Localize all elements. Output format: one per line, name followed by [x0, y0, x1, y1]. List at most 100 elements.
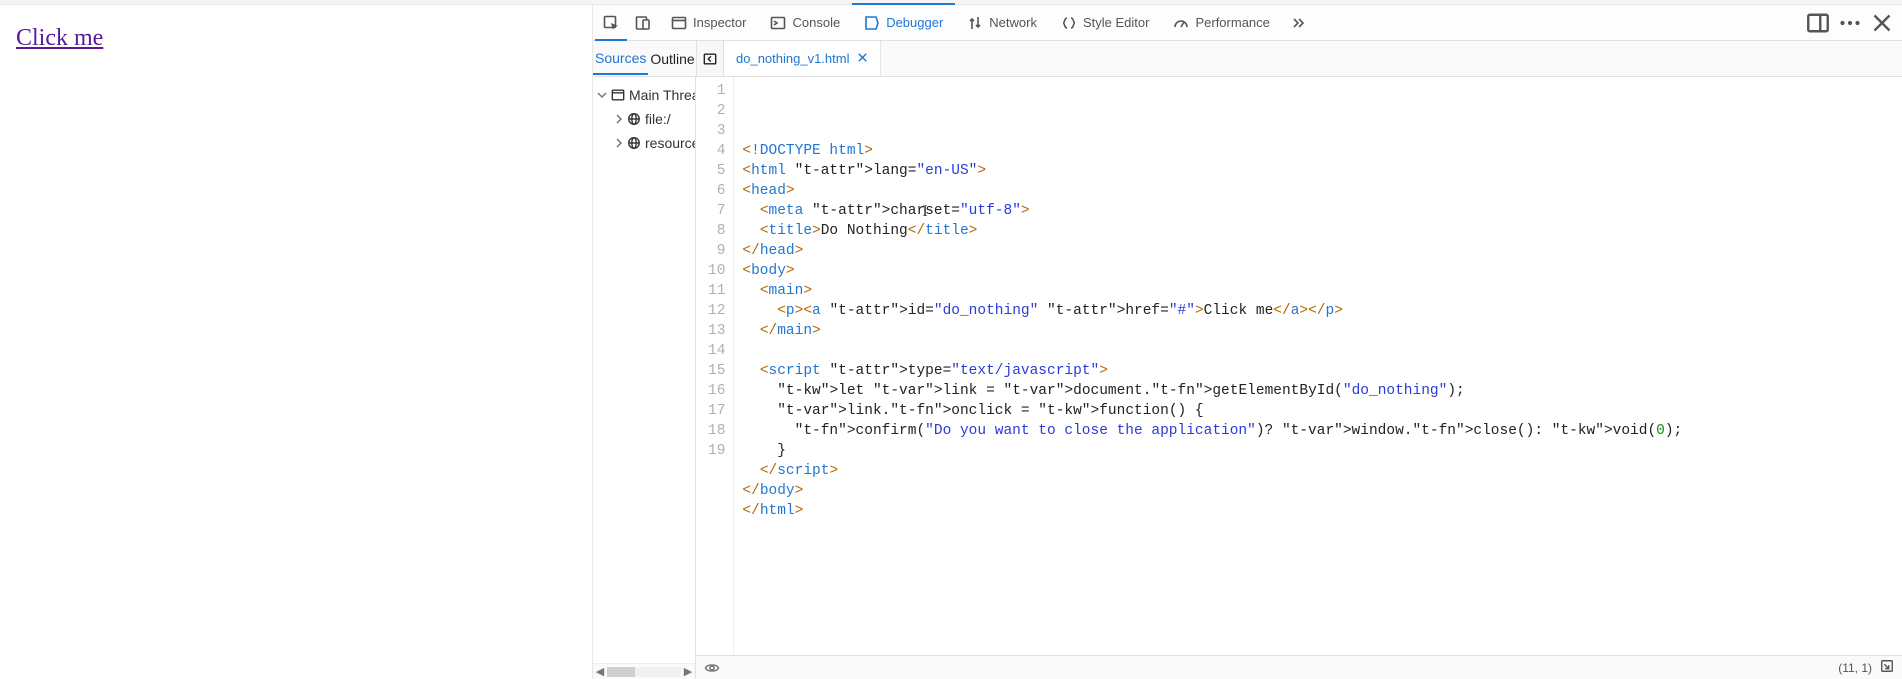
- collapse-sources-pane-button[interactable]: [696, 41, 724, 76]
- line-number[interactable]: 3: [708, 121, 725, 141]
- tab-network[interactable]: Network: [955, 5, 1049, 40]
- line-number[interactable]: 6: [708, 181, 725, 201]
- code-line[interactable]: "t-fn">confirm("Do you want to close the…: [742, 421, 1682, 441]
- file-tabs: do_nothing_v1.html: [724, 41, 1902, 76]
- devtools-panel: Inspector Console Debugger Network Style…: [592, 5, 1902, 679]
- file-tab-label: do_nothing_v1.html: [736, 51, 849, 66]
- code-line[interactable]: </main>: [742, 321, 1682, 341]
- code-editor: 12345678910111213141516171819 I <!DOCTYP…: [696, 77, 1902, 679]
- line-number-gutter[interactable]: 12345678910111213141516171819: [696, 77, 734, 655]
- close-icon: [857, 52, 868, 63]
- console-icon: [770, 15, 786, 31]
- code-content[interactable]: I <!DOCTYPE html><html "t-attr">lang="en…: [734, 77, 1682, 655]
- tab-label: Inspector: [693, 15, 746, 30]
- line-number[interactable]: 17: [708, 401, 725, 421]
- tab-label: Style Editor: [1083, 15, 1149, 30]
- tab-inspector[interactable]: Inspector: [659, 5, 758, 40]
- kebab-menu-button[interactable]: [1838, 11, 1862, 35]
- kebab-icon: [1838, 11, 1862, 35]
- code-line[interactable]: <meta "t-attr">charset="utf-8">: [742, 201, 1682, 221]
- tree-resource-origin[interactable]: resource://: [593, 131, 695, 155]
- close-icon: [1870, 11, 1894, 35]
- close-devtools-button[interactable]: [1870, 11, 1894, 35]
- line-number[interactable]: 4: [708, 141, 725, 161]
- chevron-right-icon: [615, 114, 623, 124]
- devtools-toolbar: Inspector Console Debugger Network Style…: [593, 5, 1902, 41]
- main-area: Click me Inspector Console Debugger: [0, 5, 1902, 679]
- watch-expressions-icon[interactable]: [704, 660, 720, 676]
- tree-label: file:/: [645, 111, 671, 127]
- line-number[interactable]: 2: [708, 101, 725, 121]
- line-number[interactable]: 8: [708, 221, 725, 241]
- globe-icon: [627, 112, 641, 126]
- code-line[interactable]: <title>Do Nothing</title>: [742, 221, 1682, 241]
- eye-icon: [704, 660, 720, 676]
- code-line[interactable]: <head>: [742, 181, 1682, 201]
- scroll-right-icon[interactable]: ▶: [681, 665, 695, 678]
- line-number[interactable]: 10: [708, 261, 725, 281]
- debugger-subheader: Sources Outline do_nothing_v1.html: [593, 41, 1902, 77]
- code-line[interactable]: "t-kw">let "t-var">link = "t-var">docume…: [742, 381, 1682, 401]
- rendered-page: Click me: [0, 5, 592, 679]
- code-scroll-area[interactable]: 12345678910111213141516171819 I <!DOCTYP…: [696, 77, 1902, 655]
- line-number[interactable]: 12: [708, 301, 725, 321]
- line-number[interactable]: 7: [708, 201, 725, 221]
- code-line[interactable]: <script "t-attr">type="text/javascript">: [742, 361, 1682, 381]
- tree-horizontal-scrollbar[interactable]: ◀ ▶: [593, 663, 695, 679]
- tab-label: Debugger: [886, 15, 943, 30]
- tree-main-thread[interactable]: Main Thread: [593, 83, 695, 107]
- chevron-down-icon: [597, 90, 607, 100]
- code-line[interactable]: </script>: [742, 461, 1682, 481]
- line-number[interactable]: 19: [708, 441, 725, 461]
- code-line[interactable]: }: [742, 441, 1682, 461]
- line-number[interactable]: 1: [708, 81, 725, 101]
- code-line[interactable]: "t-var">link."t-fn">onclick = "t-kw">fun…: [742, 401, 1682, 421]
- click-me-link[interactable]: Click me: [16, 25, 103, 51]
- tabs-overflow-button[interactable]: [1282, 5, 1314, 40]
- responsive-icon: [635, 15, 651, 31]
- code-line[interactable]: <p><a "t-attr">id="do_nothing" "t-attr">…: [742, 301, 1682, 321]
- code-line[interactable]: <body>: [742, 261, 1682, 281]
- tab-label: Network: [989, 15, 1037, 30]
- code-line[interactable]: </head>: [742, 241, 1682, 261]
- outline-tab[interactable]: Outline: [648, 51, 696, 67]
- line-number[interactable]: 11: [708, 281, 725, 301]
- code-line[interactable]: [742, 341, 1682, 361]
- line-number[interactable]: 16: [708, 381, 725, 401]
- dock-icon: [1806, 11, 1830, 35]
- line-number[interactable]: 18: [708, 421, 725, 441]
- code-line[interactable]: </body>: [742, 481, 1682, 501]
- line-number[interactable]: 9: [708, 241, 725, 261]
- element-picker-button[interactable]: [595, 5, 627, 40]
- tab-console[interactable]: Console: [758, 5, 852, 40]
- picker-icon: [603, 15, 619, 31]
- tab-style-editor[interactable]: Style Editor: [1049, 5, 1161, 40]
- code-line[interactable]: </html>: [742, 501, 1682, 521]
- code-line[interactable]: <main>: [742, 281, 1682, 301]
- tree-file-origin[interactable]: file:/: [593, 107, 695, 131]
- text-cursor-icon: I: [922, 202, 927, 222]
- tab-performance[interactable]: Performance: [1161, 5, 1281, 40]
- responsive-mode-button[interactable]: [627, 5, 659, 40]
- sources-tab[interactable]: Sources: [593, 42, 648, 75]
- code-line[interactable]: <html "t-attr">lang="en-US">: [742, 161, 1682, 181]
- window-icon: [611, 88, 625, 102]
- line-number[interactable]: 14: [708, 341, 725, 361]
- line-number[interactable]: 13: [708, 321, 725, 341]
- line-number[interactable]: 5: [708, 161, 725, 181]
- dock-side-button[interactable]: [1806, 11, 1830, 35]
- line-number[interactable]: 15: [708, 361, 725, 381]
- sources-outline-tabs: Sources Outline: [593, 41, 696, 76]
- chevron-right-icon: [615, 138, 623, 148]
- sources-tree-pane: Main Thread file:/ resource:// ◀: [593, 77, 696, 679]
- performance-icon: [1173, 15, 1189, 31]
- tab-debugger[interactable]: Debugger: [852, 5, 955, 40]
- debugger-body: Main Thread file:/ resource:// ◀: [593, 77, 1902, 679]
- code-line[interactable]: <!DOCTYPE html>: [742, 141, 1682, 161]
- file-tab-do-nothing[interactable]: do_nothing_v1.html: [724, 41, 881, 76]
- box-arrow-icon: [1880, 659, 1894, 673]
- scroll-left-icon[interactable]: ◀: [593, 665, 607, 678]
- collapse-left-icon: [703, 52, 717, 66]
- file-tab-close-button[interactable]: [857, 51, 868, 66]
- source-map-toggle[interactable]: [1880, 659, 1894, 676]
